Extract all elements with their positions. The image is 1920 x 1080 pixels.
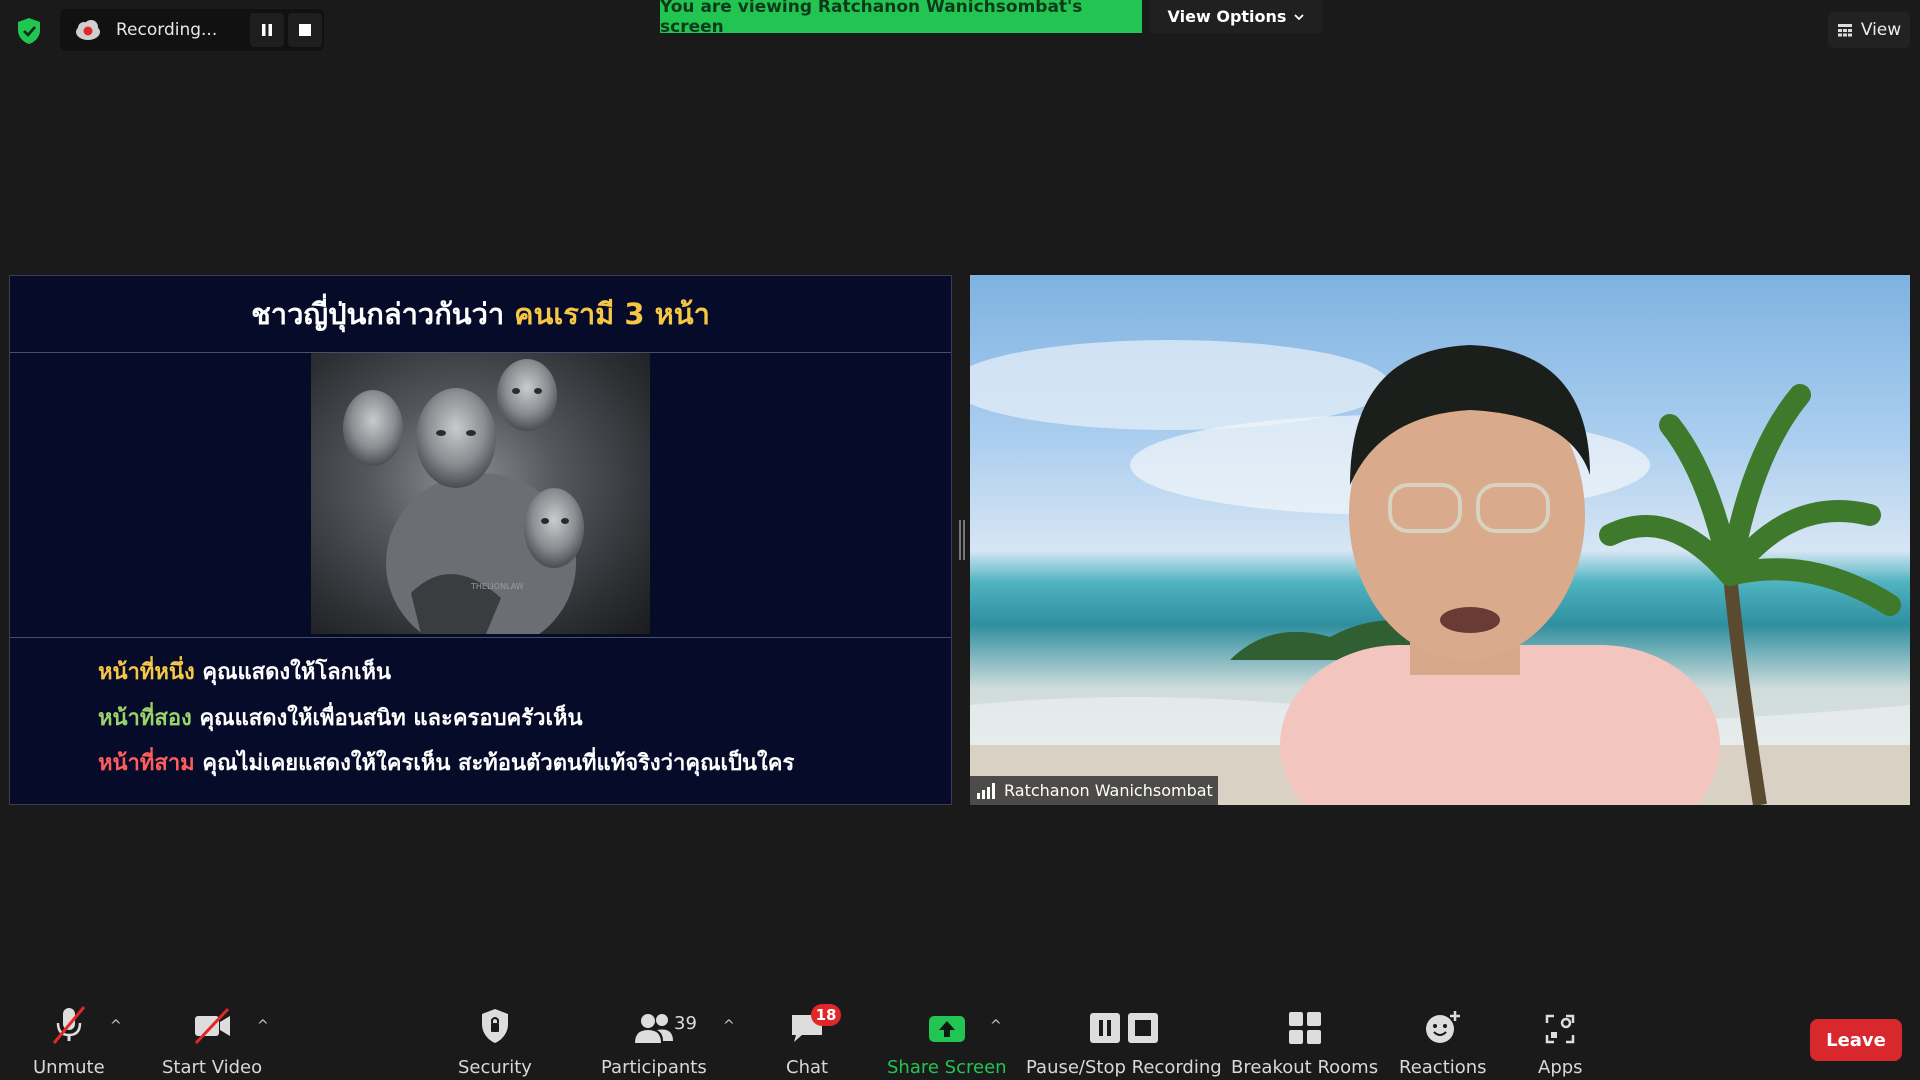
- security-shield-toolbar-icon: [481, 1009, 508, 1043]
- video-off-icon: [194, 1007, 231, 1045]
- breakout-rooms-icon: [1288, 1012, 1321, 1044]
- security-button[interactable]: Security: [458, 1005, 532, 1078]
- leave-button[interactable]: Leave: [1810, 1019, 1902, 1061]
- pause-stop-recording-icon: [1089, 1013, 1158, 1043]
- participants-options-caret-icon[interactable]: ^: [723, 1018, 735, 1034]
- participants-count: 39: [674, 1013, 697, 1034]
- signal-strength-icon: [977, 782, 995, 799]
- participant-video[interactable]: [970, 275, 1910, 805]
- image-watermark: THELIONLAW: [470, 582, 524, 591]
- viewing-screen-banner: You are viewing Ratchanon Wanichsombat's…: [660, 0, 1142, 37]
- chevron-down-icon: [1294, 13, 1305, 20]
- apps-button[interactable]: Apps: [1538, 1005, 1583, 1078]
- view-options-button[interactable]: View Options: [1150, 0, 1322, 33]
- grid-icon: [1837, 24, 1852, 37]
- slide-title: ชาวญี่ปุ่นกล่าวกันว่า คนเรามี 3 หน้า: [10, 276, 951, 353]
- view-options-label: View Options: [1167, 7, 1287, 26]
- start-video-button[interactable]: Start Video: [162, 1005, 262, 1078]
- chat-label: Chat: [786, 1057, 829, 1078]
- slide-title-highlight: คนเรามี 3 หน้า: [514, 297, 710, 331]
- share-screen-label: Share Screen: [887, 1057, 1007, 1078]
- slide-line-1-key: หน้าที่หนึ่ง: [98, 660, 195, 685]
- slide-line-3-text: คุณไม่เคยแสดงให้ใครเห็น สะท้อนตัวตนที่แท…: [202, 751, 795, 776]
- pause-recording-button[interactable]: [250, 13, 284, 47]
- reactions-emoji-icon: [1425, 1011, 1460, 1043]
- participant-name-tag: Ratchanon Wanichsombat: [970, 776, 1218, 805]
- share-screen-icon: [928, 1016, 965, 1042]
- view-layout-button[interactable]: View: [1828, 12, 1910, 48]
- cloud-recording-icon: [74, 19, 102, 41]
- recording-label: Recording...: [116, 20, 218, 40]
- masks-artwork-image: THELIONLAW: [311, 353, 650, 634]
- slide-line-3: หน้าที่สาม คุณไม่เคยแสดงให้ใครเห็น สะท้อ…: [98, 745, 794, 780]
- apps-label: Apps: [1538, 1057, 1583, 1078]
- panel-resize-handle[interactable]: [959, 520, 965, 560]
- pause-stop-recording-label: Pause/Stop Recording: [1026, 1057, 1222, 1078]
- unmute-button[interactable]: Unmute: [33, 1005, 105, 1078]
- slide-line-3-key: หน้าที่สาม: [98, 751, 195, 776]
- slide-line-1-text: คุณแสดงให้โลกเห็น: [202, 660, 392, 685]
- reactions-button[interactable]: Reactions: [1399, 1005, 1487, 1078]
- chat-unread-badge: 18: [811, 1004, 841, 1026]
- security-shield-icon[interactable]: [14, 16, 44, 46]
- slide-line-2: หน้าที่สอง คุณแสดงให้เพื่อนสนิท และครอบค…: [98, 700, 583, 735]
- pause-stop-recording-button[interactable]: Pause/Stop Recording: [1026, 1005, 1222, 1078]
- share-screen-button[interactable]: Share Screen: [887, 1005, 1007, 1078]
- apps-icon: [1546, 1014, 1575, 1044]
- slide-line-2-text: คุณแสดงให้เพื่อนสนิท และครอบครัวเห็น: [199, 706, 583, 731]
- recording-indicator: Recording...: [60, 9, 324, 51]
- participant-name: Ratchanon Wanichsombat: [1004, 781, 1213, 800]
- view-label: View: [1860, 20, 1902, 40]
- slide-line-1: หน้าที่หนึ่ง คุณแสดงให้โลกเห็น: [98, 654, 391, 689]
- pause-icon: [262, 24, 272, 36]
- security-label: Security: [458, 1057, 532, 1078]
- slide-title-prefix: ชาวญี่ปุ่นกล่าวกันว่า: [251, 297, 505, 331]
- stop-icon: [299, 24, 311, 36]
- shared-screen-slide: ชาวญี่ปุ่นกล่าวกันว่า คนเรามี 3 หน้า THE…: [9, 275, 952, 805]
- stop-recording-button[interactable]: [288, 13, 322, 47]
- start-video-label: Start Video: [162, 1057, 263, 1078]
- breakout-rooms-label: Breakout Rooms: [1231, 1057, 1379, 1078]
- muted-microphone-icon: [52, 1006, 85, 1044]
- unmute-label: Unmute: [33, 1057, 105, 1078]
- reactions-label: Reactions: [1399, 1057, 1487, 1078]
- slide-line-2-key: หน้าที่สอง: [98, 706, 192, 731]
- video-options-caret-icon[interactable]: ^: [257, 1018, 269, 1034]
- participants-icon: [634, 1014, 673, 1043]
- share-options-caret-icon[interactable]: ^: [990, 1018, 1002, 1034]
- audio-options-caret-icon[interactable]: ^: [110, 1018, 122, 1034]
- breakout-rooms-button[interactable]: Breakout Rooms: [1231, 1005, 1378, 1078]
- slide-divider: [10, 637, 951, 638]
- participants-label: Participants: [601, 1057, 707, 1078]
